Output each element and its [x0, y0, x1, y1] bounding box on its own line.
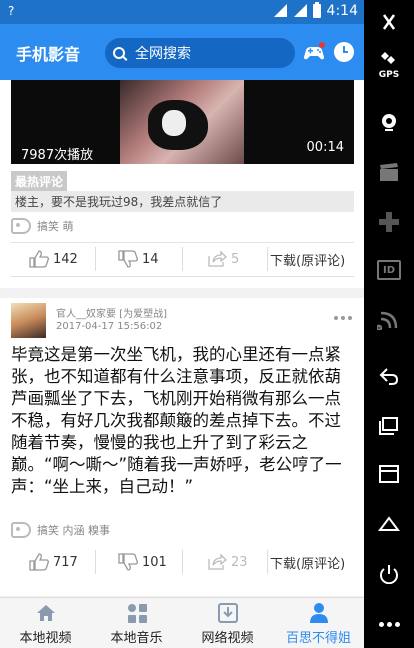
thumbs-up-icon [29, 250, 49, 268]
video-thumbnail [120, 80, 244, 164]
download-button[interactable]: 下载(原评论) [268, 553, 345, 572]
dpad-icon[interactable] [377, 212, 401, 232]
hot-comment-text: 楼主，要不是我玩过98，我差点就信了 [11, 191, 354, 212]
thumbs-down-icon [118, 250, 138, 268]
nav-label: 网络视频 [201, 631, 254, 646]
phone-screen: ? 4:14 手机影音 全网搜索 7987次播放 00:14 最热评论 楼主，要… [0, 0, 364, 648]
like-button[interactable]: 142 [11, 243, 95, 275]
rss-icon[interactable] [377, 310, 401, 330]
app-title: 手机影音 [16, 45, 81, 64]
tag-row: 搞笑 内涵 糗事 [11, 522, 110, 538]
back-icon[interactable] [377, 366, 401, 386]
id-label: ID [382, 264, 396, 276]
nav-local-music[interactable]: 本地音乐 [91, 598, 182, 648]
nav-network-video[interactable]: 网络视频 [182, 598, 273, 648]
app-bar: 手机影音 全网搜索 [0, 24, 364, 80]
divider [11, 276, 354, 277]
person-icon [309, 603, 328, 623]
hot-comment-label: 最热评论 [11, 171, 68, 192]
share-icon [208, 553, 227, 570]
status-time: 4:14 [326, 3, 358, 19]
thumbs-down-icon [118, 553, 138, 571]
tag-icon [11, 522, 31, 538]
post-text: 毕竟这是第一次坐飞机，我的心里还有一点紧张，也不知道都有什么注意事项，反正就依葫… [11, 345, 342, 496]
feed-list[interactable]: 7987次播放 00:14 最热评论 楼主，要不是我玩过98，我差点就信了 搞笑… [0, 80, 364, 597]
nav-label: 本地音乐 [110, 631, 163, 646]
like-count: 142 [53, 251, 78, 267]
dislike-count: 14 [142, 251, 159, 267]
action-bar: 717 101 23 下载(原评论) [11, 546, 354, 578]
nav-label: 本地视频 [19, 631, 72, 646]
id-icon[interactable]: ID [377, 260, 401, 280]
post-date: 2017-04-17 15:56:02 [56, 321, 163, 332]
nav-local-video[interactable]: 本地视频 [0, 598, 91, 648]
like-count: 717 [53, 554, 78, 570]
share-button[interactable]: 23 [183, 546, 267, 578]
video-player[interactable]: 7987次播放 00:14 [11, 80, 354, 164]
status-bar: ? 4:14 [0, 0, 364, 24]
power-icon[interactable] [377, 564, 401, 584]
battery-icon [312, 2, 321, 18]
share-icon [208, 250, 227, 267]
satellite-icon[interactable] [377, 48, 401, 68]
tag-list[interactable]: 搞笑 内涵 糗事 [37, 522, 110, 538]
gps-label: GPS [378, 70, 400, 80]
share-button[interactable]: 5 [183, 243, 267, 275]
tag-icon [11, 218, 31, 234]
nav-baisi[interactable]: 百思不得姐 [273, 598, 364, 648]
wifi-icon [273, 4, 287, 18]
webcam-icon[interactable] [377, 112, 401, 132]
thumbs-up-icon [29, 553, 49, 571]
dislike-button[interactable]: 101 [96, 546, 182, 578]
download-icon [217, 603, 238, 623]
username[interactable]: 官人__奴家要 [为爱塑战] [56, 305, 167, 320]
history-clock-icon[interactable] [334, 42, 354, 62]
dislike-count: 101 [142, 554, 167, 570]
action-bar: 142 14 5 下载(原评论) [11, 243, 354, 275]
clapperboard-icon[interactable] [377, 162, 401, 182]
share-count: 23 [231, 554, 248, 570]
gamepad-icon[interactable] [303, 42, 325, 62]
close-icon[interactable] [377, 12, 401, 32]
grid-icon [127, 604, 147, 623]
home-icon [36, 605, 55, 621]
dislike-button[interactable]: 14 [96, 243, 182, 275]
tag-row: 搞笑 萌 [11, 218, 74, 234]
feed-card: 官人__奴家要 [为爱塑战] 2017-04-17 15:56:02 毕竟这是第… [0, 298, 364, 596]
like-button[interactable]: 717 [11, 546, 95, 578]
feed-card: 7987次播放 00:14 最热评论 楼主，要不是我玩过98，我差点就信了 搞笑… [0, 80, 364, 288]
search-box[interactable]: 全网搜索 [105, 38, 295, 68]
recent-apps-icon[interactable] [377, 416, 401, 436]
more-options-icon[interactable] [334, 316, 352, 320]
video-duration: 00:14 [306, 140, 344, 155]
avatar[interactable] [11, 303, 46, 338]
search-placeholder: 全网搜索 [135, 46, 191, 62]
share-count: 5 [231, 251, 240, 267]
signal-icon [293, 4, 307, 18]
bottom-navigation: 本地视频 本地音乐 网络视频 百思不得姐 [0, 597, 364, 648]
nav-label: 百思不得姐 [285, 631, 351, 646]
download-button[interactable]: 下载(原评论) [268, 250, 345, 269]
more-icon[interactable] [377, 614, 401, 634]
play-count: 7987次播放 [21, 148, 94, 163]
notification-icon: ? [8, 4, 15, 18]
search-icon [113, 47, 125, 59]
emulator-sidebar: GPS ID [364, 0, 414, 648]
home-nav-icon[interactable] [377, 514, 401, 534]
tag-list[interactable]: 搞笑 萌 [37, 218, 74, 234]
menu-icon[interactable] [377, 464, 401, 484]
